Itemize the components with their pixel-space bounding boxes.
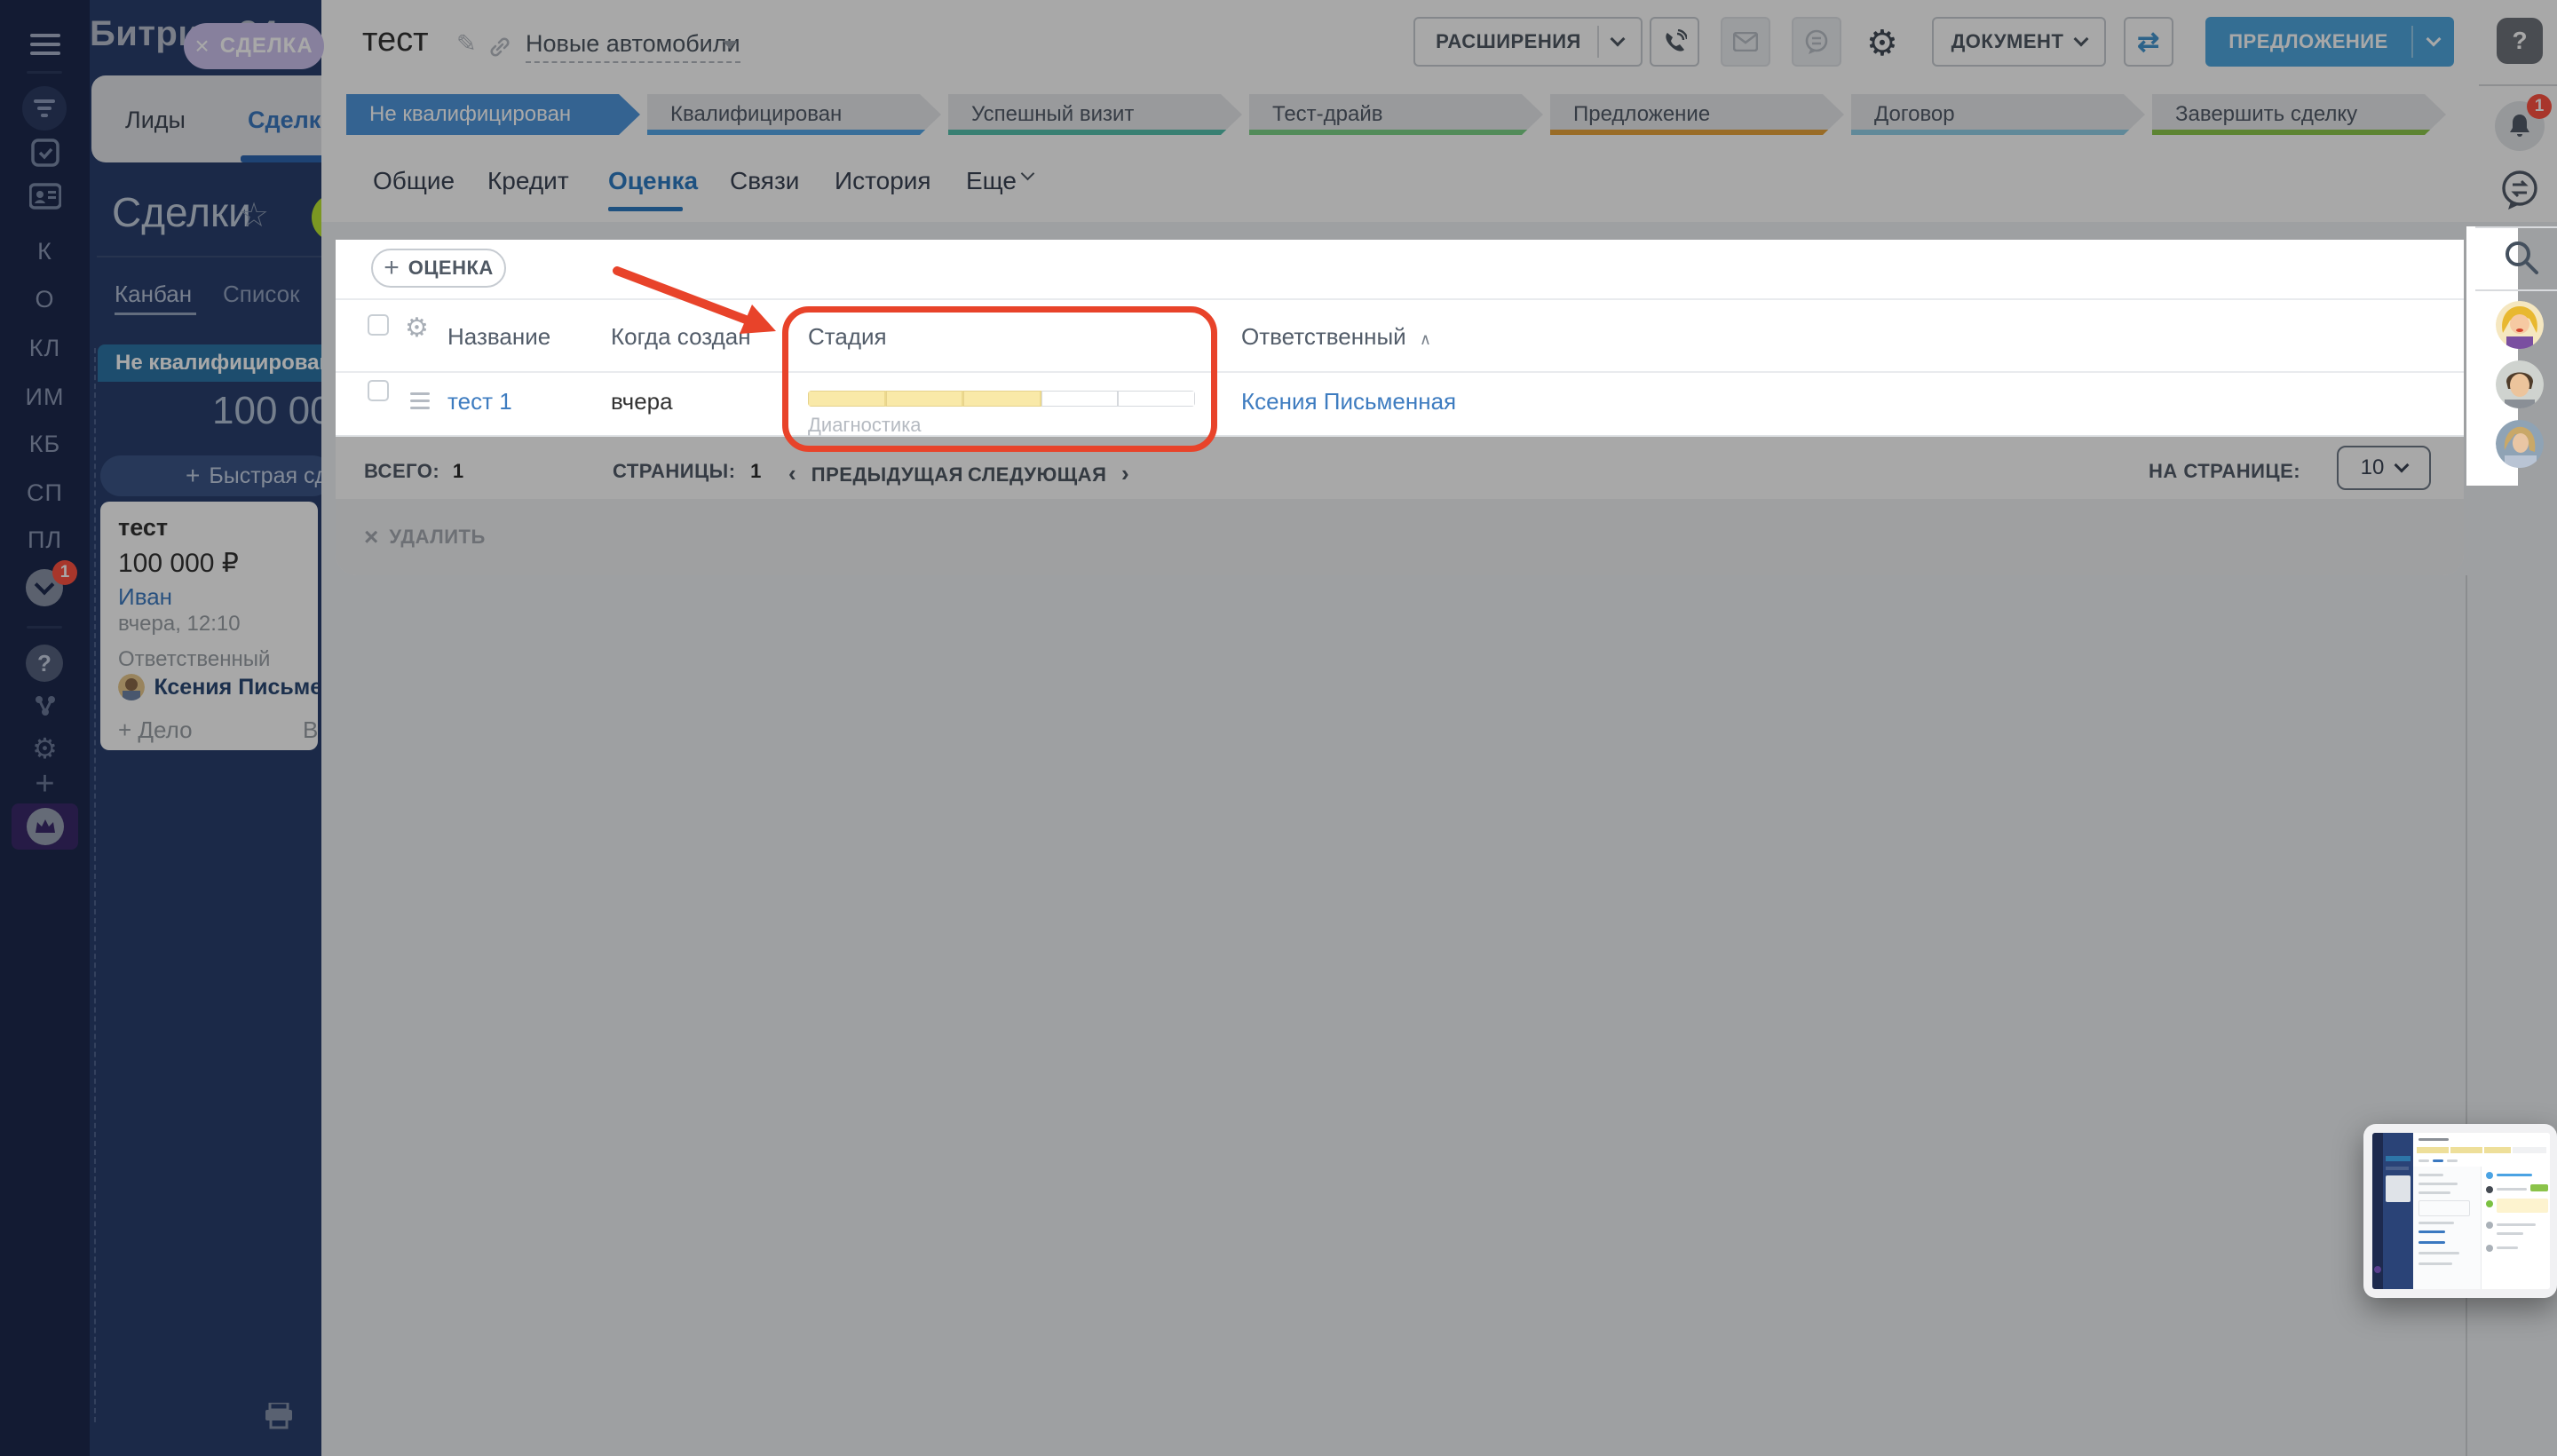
user-avatar[interactable]	[2496, 301, 2544, 349]
grid-settings-gear-icon[interactable]: ⚙	[405, 313, 429, 344]
user-avatar[interactable]	[2496, 420, 2544, 468]
search-icon	[2502, 238, 2541, 277]
row-created: вчера	[611, 388, 673, 415]
user-avatar[interactable]	[2496, 360, 2544, 408]
add-assessment-label: ОЦЕНКА	[408, 257, 494, 280]
divider	[2475, 289, 2557, 291]
row-name-link[interactable]: тест 1	[447, 388, 512, 415]
sort-asc-icon: ∧	[1420, 330, 1431, 348]
divider	[2475, 226, 2557, 228]
row-menu-icon[interactable]	[410, 392, 430, 414]
screen-preview-thumbnail[interactable]	[2363, 1124, 2557, 1298]
add-assessment-button[interactable]: + ОЦЕНКА	[371, 249, 506, 288]
annotation-arrow	[577, 253, 790, 351]
column-header-owner[interactable]: Ответственный ∧	[1241, 323, 1431, 351]
plus-icon: +	[384, 257, 400, 280]
owner-header-label: Ответственный	[1241, 323, 1406, 350]
divider	[336, 371, 2464, 373]
select-all-checkbox[interactable]	[368, 314, 389, 336]
screen-preview-content	[2372, 1133, 2550, 1289]
row-owner-link[interactable]: Ксения Письменная	[1241, 388, 1456, 415]
dim-overlay	[0, 0, 2557, 1456]
bitrix24-app: Битрикс24 Лиды Сделки Сделки ☆ Канбан Сп…	[0, 0, 2557, 1456]
search-button[interactable]	[2502, 238, 2541, 281]
row-checkbox[interactable]	[368, 380, 389, 401]
column-header-name[interactable]: Название	[447, 323, 550, 351]
annotation-highlight-rectangle	[782, 306, 1217, 452]
